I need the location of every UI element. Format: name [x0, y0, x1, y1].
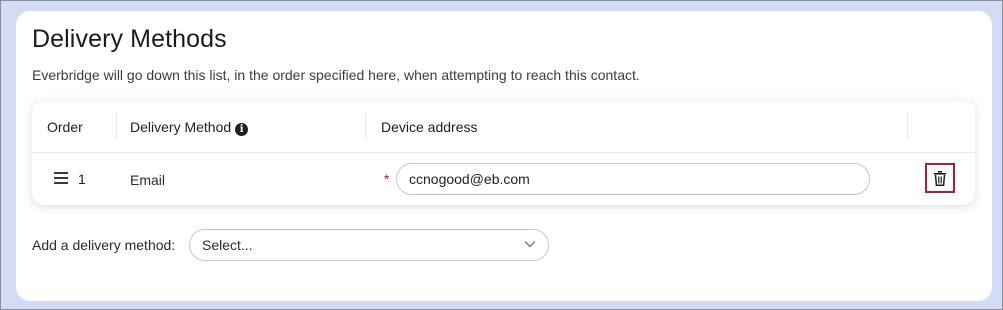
row-order-number: 1 [78, 171, 86, 187]
window-frame: Delivery Methods Everbridge will go down… [0, 0, 1003, 310]
delivery-method-select[interactable]: Select... [189, 229, 549, 261]
delivery-methods-table: Order Delivery Method i Device address 1 … [32, 101, 975, 205]
delivery-methods-card: Delivery Methods Everbridge will go down… [16, 11, 992, 301]
table-row: 1 Email * ccnogood@eb.com [32, 153, 975, 205]
section-description: Everbridge will go down this list, in th… [32, 67, 640, 83]
column-header-order: Order [47, 119, 83, 135]
row-delivery-method: Email [130, 172, 166, 188]
add-delivery-method-label: Add a delivery method: [32, 237, 176, 253]
column-header-device-address: Device address [381, 119, 478, 135]
required-marker: * [384, 171, 390, 187]
column-header-delivery-method-label: Delivery Method [130, 119, 232, 135]
device-address-input[interactable]: ccnogood@eb.com [396, 163, 870, 195]
table-header: Order Delivery Method i Device address [32, 101, 975, 153]
select-value: Select... [202, 237, 253, 253]
chevron-down-icon [524, 241, 536, 248]
drag-handle-icon[interactable] [54, 172, 68, 184]
column-divider [116, 113, 117, 139]
info-icon[interactable]: i [235, 123, 249, 136]
delete-button[interactable] [925, 163, 955, 193]
column-divider [365, 113, 366, 139]
trash-icon [934, 170, 946, 186]
column-divider [907, 113, 908, 139]
column-header-delivery-method: Delivery Method i [130, 119, 249, 136]
page-title: Delivery Methods [32, 25, 227, 53]
